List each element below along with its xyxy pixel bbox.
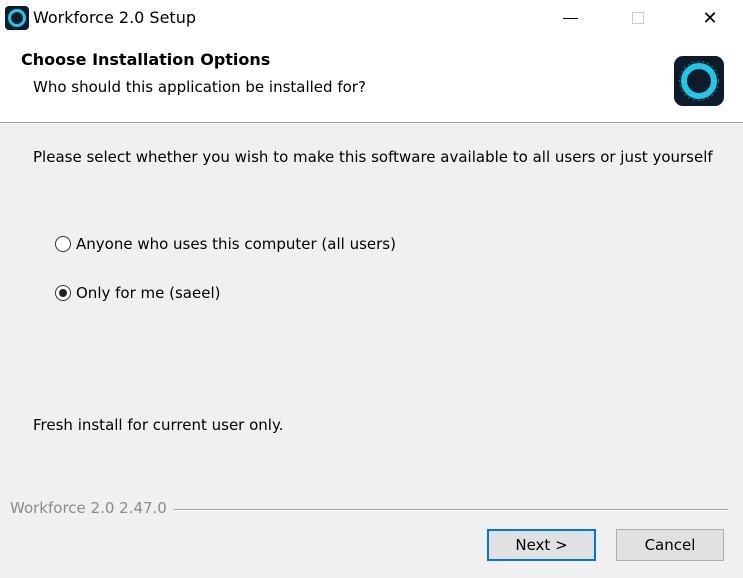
page-header: Choose Installation Options Who should t…: [0, 36, 743, 122]
radio-label[interactable]: Anyone who uses this computer (all users…: [76, 235, 396, 253]
instruction-text: Please select whether you wish to make t…: [33, 148, 713, 166]
branding-text: Workforce 2.0 2.47.0: [10, 499, 167, 517]
page-subtitle: Who should this application be installed…: [33, 78, 366, 96]
minimize-icon: [562, 17, 578, 19]
maximize-icon: [632, 12, 644, 24]
install-status-text: Fresh install for current user only.: [33, 416, 284, 434]
radio-only-me[interactable]: Only for me (saeel): [55, 284, 220, 302]
app-icon: [5, 6, 29, 30]
cancel-button[interactable]: Cancel: [616, 529, 724, 561]
window-title: Workforce 2.0 Setup: [33, 8, 196, 27]
header-divider: [0, 122, 743, 124]
close-icon: ✕: [702, 7, 718, 29]
radio-button-selected[interactable]: [55, 285, 71, 301]
title-bar[interactable]: Workforce 2.0 Setup ✕: [0, 0, 743, 36]
radio-label[interactable]: Only for me (saeel): [76, 284, 220, 302]
page-title: Choose Installation Options: [21, 50, 271, 69]
next-button[interactable]: Next >: [487, 529, 596, 561]
maximize-button[interactable]: [615, 0, 661, 36]
radio-all-users[interactable]: Anyone who uses this computer (all users…: [55, 235, 396, 253]
workforce-logo-icon: [674, 56, 724, 106]
minimize-button[interactable]: [547, 0, 593, 36]
footer-divider: [174, 509, 728, 511]
close-button[interactable]: ✕: [687, 0, 733, 36]
installer-window: Workforce 2.0 Setup ✕ Choose Installatio…: [0, 0, 743, 578]
radio-button[interactable]: [55, 236, 71, 252]
